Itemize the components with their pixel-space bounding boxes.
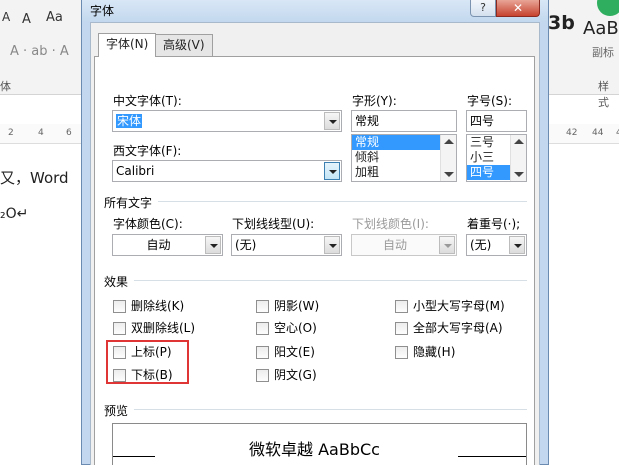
scroll-up-icon[interactable] bbox=[444, 139, 454, 144]
scroll-down-icon[interactable] bbox=[514, 172, 524, 177]
underline-color-combo: 自动 bbox=[351, 234, 457, 256]
strikethrough-checkbox[interactable]: 删除线(K) bbox=[113, 297, 184, 315]
font-color-value: 自动 bbox=[146, 238, 171, 252]
underline-style-combo[interactable]: (无) bbox=[231, 234, 342, 256]
help-button[interactable]: ? bbox=[470, 0, 496, 17]
tab-advanced[interactable]: 高级(V) bbox=[155, 34, 213, 56]
all-caps-checkbox[interactable]: 全部大写字母(A) bbox=[395, 319, 503, 337]
checkbox-box[interactable] bbox=[256, 369, 269, 382]
chevron-down-icon[interactable] bbox=[205, 236, 221, 254]
chinese-font-combo[interactable]: 宋体 bbox=[112, 110, 342, 132]
divider bbox=[158, 201, 527, 202]
font-size-list[interactable]: 三号 小三 四号 bbox=[466, 134, 527, 182]
font-size-input[interactable]: 四号 bbox=[466, 110, 527, 132]
chevron-down-icon[interactable] bbox=[509, 236, 525, 254]
style-sample-heading[interactable]: 3b bbox=[548, 12, 575, 34]
style-subtitle[interactable]: 副标 bbox=[592, 44, 614, 60]
document-text-line: ₂O↵ bbox=[0, 206, 29, 222]
font-style-input[interactable]: 常规 bbox=[351, 110, 457, 132]
checkbox-label: 阳文(E) bbox=[274, 345, 315, 359]
document-text-line: 又，Word bbox=[0, 169, 69, 187]
checkbox-box[interactable] bbox=[256, 322, 269, 335]
style-sample[interactable]: AaB bbox=[583, 18, 619, 39]
chevron-down-icon bbox=[439, 236, 455, 254]
western-font-value: Calibri bbox=[116, 164, 155, 178]
scroll-up-icon[interactable] bbox=[514, 139, 524, 144]
chinese-font-label: 中文字体(T): bbox=[113, 94, 182, 108]
emphasis-combo[interactable]: (无) bbox=[466, 234, 527, 256]
ruler-tick: 44 bbox=[592, 128, 604, 138]
checkbox-box[interactable] bbox=[395, 300, 408, 313]
chevron-down-icon[interactable] bbox=[324, 112, 340, 130]
preview-baseline bbox=[113, 456, 155, 457]
emboss-checkbox[interactable]: 阳文(E) bbox=[256, 343, 315, 361]
hidden-checkbox[interactable]: 隐藏(H) bbox=[395, 343, 455, 361]
font-size-label: 字号(S): bbox=[467, 94, 513, 108]
preview-baseline bbox=[458, 456, 526, 457]
underline-style-value: (无) bbox=[235, 238, 257, 252]
engrave-checkbox[interactable]: 阴文(G) bbox=[256, 366, 317, 384]
change-case-button[interactable]: Aa bbox=[46, 10, 63, 25]
emphasis-value: (无) bbox=[470, 238, 492, 252]
text-effects-icon[interactable]: A · ab · A bbox=[10, 44, 69, 59]
ruler-tick: 2 bbox=[8, 128, 14, 138]
checkbox-box[interactable] bbox=[256, 346, 269, 359]
checkbox-box[interactable] bbox=[395, 346, 408, 359]
checkbox-box[interactable] bbox=[256, 300, 269, 313]
preview-sample-text: 微软卓越 AaBbCc bbox=[249, 440, 380, 459]
divider bbox=[134, 280, 527, 281]
outline-checkbox[interactable]: 空心(O) bbox=[256, 319, 317, 337]
ruler-tick: 42 bbox=[566, 128, 578, 138]
underline-color-value: 自动 bbox=[382, 238, 407, 252]
underline-style-label: 下划线线型(U): bbox=[232, 217, 315, 231]
checkbox-box[interactable] bbox=[113, 300, 126, 313]
double-strikethrough-checkbox[interactable]: 双删除线(L) bbox=[113, 319, 195, 337]
small-caps-checkbox[interactable]: 小型大写字母(M) bbox=[395, 297, 505, 315]
font-style-label: 字形(Y): bbox=[352, 94, 397, 108]
font-color-label: 字体颜色(C): bbox=[113, 217, 183, 231]
checkbox-box[interactable] bbox=[395, 322, 408, 335]
ruler-tick: 4 bbox=[38, 128, 44, 138]
checkbox-label: 全部大写字母(A) bbox=[413, 321, 503, 335]
checkbox-label: 阴影(W) bbox=[274, 299, 320, 313]
dialog-titlebar[interactable]: 字体 ? ✕ bbox=[82, 0, 548, 22]
underline-color-label: 下划线颜色(I): bbox=[352, 217, 429, 231]
chevron-down-icon[interactable] bbox=[324, 236, 340, 254]
font-style-list[interactable]: 常规 倾斜 加粗 bbox=[351, 134, 457, 182]
western-font-combo[interactable]: Calibri bbox=[112, 160, 342, 182]
checkbox-label: 空心(O) bbox=[274, 321, 317, 335]
grow-font-button[interactable]: A bbox=[22, 12, 31, 27]
shadow-checkbox[interactable]: 阴影(W) bbox=[256, 297, 319, 315]
checkbox-label: 小型大写字母(M) bbox=[413, 299, 505, 313]
close-button[interactable]: ✕ bbox=[496, 0, 540, 17]
chinese-font-value: 宋体 bbox=[116, 114, 143, 128]
preview-section-title: 预览 bbox=[104, 404, 129, 418]
chevron-down-icon[interactable] bbox=[324, 162, 340, 180]
checkbox-label: 阴文(G) bbox=[274, 368, 317, 382]
annotation-highlight-box bbox=[106, 340, 189, 384]
effects-section-title: 效果 bbox=[104, 275, 129, 289]
tab-font[interactable]: 字体(N) bbox=[98, 33, 157, 57]
emphasis-label: 着重号(·); bbox=[467, 217, 521, 231]
scroll-down-icon[interactable] bbox=[444, 172, 454, 177]
preview-box: 微软卓越 AaBbCc bbox=[112, 423, 527, 465]
dialog-title: 字体 bbox=[90, 4, 115, 18]
font-color-combo[interactable]: 自动 bbox=[112, 234, 223, 256]
ribbon-group-styles-caption: 样式 bbox=[598, 80, 609, 109]
ribbon-group-font-caption: 体 bbox=[0, 80, 11, 93]
divider bbox=[134, 409, 527, 410]
checkbox-label: 双删除线(L) bbox=[131, 321, 196, 335]
checkbox-label: 删除线(K) bbox=[131, 299, 185, 313]
shrink-font-button[interactable]: A bbox=[2, 10, 10, 24]
checkbox-box[interactable] bbox=[113, 322, 126, 335]
ruler-tick: 6 bbox=[66, 128, 72, 138]
checkbox-label: 隐藏(H) bbox=[413, 345, 456, 359]
all-text-section-title: 所有文字 bbox=[104, 196, 153, 210]
western-font-label: 西文字体(F): bbox=[113, 144, 182, 158]
scrollbar[interactable] bbox=[510, 135, 526, 181]
scrollbar[interactable] bbox=[440, 135, 456, 181]
